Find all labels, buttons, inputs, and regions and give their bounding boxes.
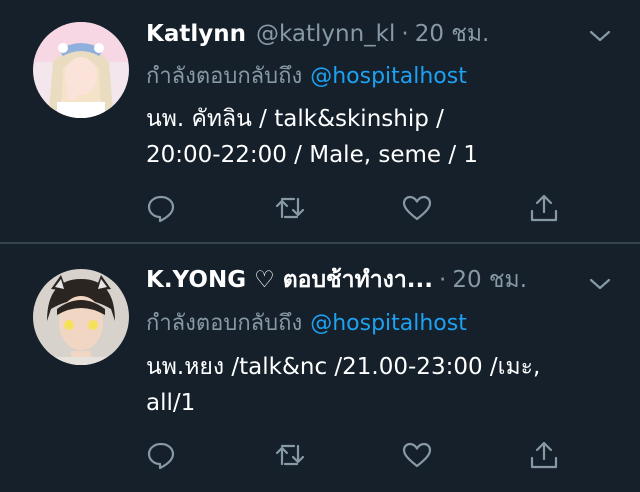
reply-icon [147, 442, 175, 470]
tweet-actions [146, 193, 576, 223]
tweet-feed: Katlynn @katlynn_kl · 20 ชม. กำลังตอบกลั… [0, 0, 640, 492]
share-button[interactable] [529, 193, 559, 223]
tweet-text-line: 20:00-22:00 / Male, seme / 1 [146, 142, 479, 168]
heart-icon [402, 195, 432, 221]
timestamp[interactable]: 20 ชม. [415, 17, 490, 51]
heart-icon [402, 442, 432, 468]
reply-icon [147, 195, 175, 223]
separator-dot: · [439, 267, 447, 293]
tweet-text: นพ. คัทลิน / talk&skinship / 20:00-22:00… [146, 101, 616, 173]
reply-button[interactable] [146, 193, 176, 223]
author-name[interactable]: Katlynn [146, 17, 246, 51]
retweet-icon [275, 197, 305, 219]
tweet-actions [146, 440, 576, 470]
mention-link[interactable]: @hospitalhost [310, 64, 467, 89]
replying-to-label: กำลังตอบกลับถึง [146, 64, 303, 89]
tweet-header: K.YONG ♡ ตอบช้าทำงา... · 20 ชม. [146, 263, 580, 297]
share-icon [530, 441, 558, 469]
tweet-text-line: นพ. คัทลิน / talk&skinship / [146, 106, 444, 132]
tweet-text: นพ.หยง /talk&nc /21.00-23:00 /เมะ, all/1 [146, 349, 616, 421]
reply-button[interactable] [146, 440, 176, 470]
tweet[interactable]: K.YONG ♡ ตอบช้าทำงา... · 20 ชม. กำลังตอบ… [0, 245, 640, 492]
mention-link[interactable]: @hospitalhost [310, 311, 467, 336]
like-button[interactable] [402, 193, 432, 223]
tweet-header: Katlynn @katlynn_kl · 20 ชม. [146, 17, 580, 51]
replying-to: กำลังตอบกลับถึง @hospitalhost [146, 308, 467, 340]
like-button[interactable] [402, 440, 432, 470]
timestamp[interactable]: 20 ชม. [452, 263, 527, 297]
retweet-button[interactable] [275, 193, 305, 223]
tweet-text-line: all/1 [146, 390, 196, 416]
tweet[interactable]: Katlynn @katlynn_kl · 20 ชม. กำลังตอบกลั… [0, 0, 640, 243]
replying-to-label: กำลังตอบกลับถึง [146, 311, 303, 336]
avatar-image [33, 22, 129, 118]
author-name[interactable]: K.YONG ♡ ตอบช้าทำงา... [146, 263, 433, 297]
share-button[interactable] [529, 440, 559, 470]
separator-dot: · [401, 21, 409, 47]
tweet-text-line: นพ.หยง /talk&nc /21.00-23:00 /เมะ, [146, 354, 541, 380]
avatar[interactable] [33, 269, 129, 365]
chevron-down-icon[interactable] [588, 24, 612, 48]
avatar[interactable] [33, 22, 129, 118]
share-icon [530, 194, 558, 222]
replying-to: กำลังตอบกลับถึง @hospitalhost [146, 61, 467, 93]
tweet-divider [0, 242, 640, 244]
author-handle[interactable]: @katlynn_kl [256, 17, 395, 51]
chevron-down-icon[interactable] [588, 272, 612, 296]
avatar-image [33, 269, 129, 365]
retweet-button[interactable] [275, 440, 305, 470]
retweet-icon [275, 444, 305, 466]
